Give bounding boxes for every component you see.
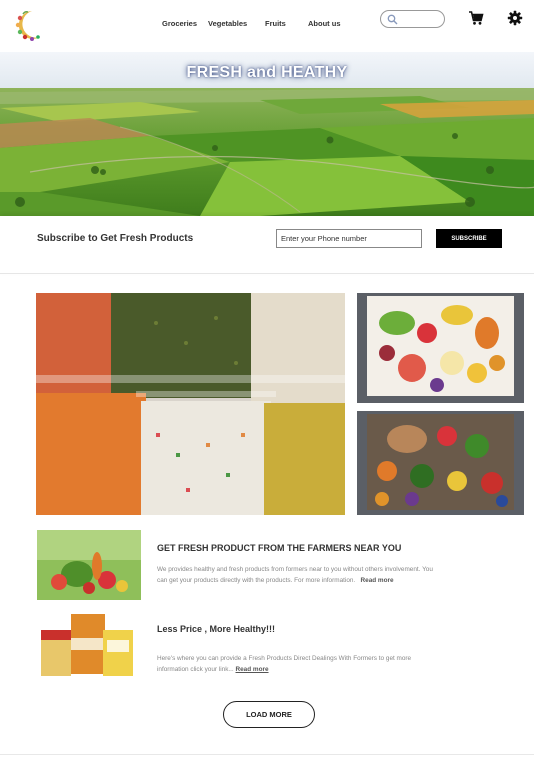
subscribe-button[interactable]: SUBSCRIBE (436, 229, 502, 248)
nav-fruits[interactable]: Fruits (265, 19, 286, 28)
farm-produce-image (37, 530, 141, 600)
load-more-button[interactable]: LOAD MORE (223, 701, 315, 728)
vegetables-image[interactable] (357, 411, 524, 515)
search-input[interactable] (399, 13, 441, 25)
nav-groceries[interactable]: Groceries (162, 19, 197, 28)
header: Groceries Vegetables Fruits About us (0, 0, 534, 52)
nav-about-us[interactable]: About us (308, 19, 341, 28)
feature-description: Here's where you can provide a Fresh Pro… (157, 655, 412, 673)
read-more-link[interactable]: Read more (236, 666, 269, 673)
hero-title: FRESH and HEATHY (186, 64, 348, 81)
grains-image[interactable] (36, 293, 345, 515)
grocery-packages-image (37, 610, 141, 682)
feature-title: Less Price , More Healthy!!! (157, 624, 276, 634)
feature-title: GET FRESH PRODUCT FROM THE FARMERS NEAR … (157, 543, 402, 553)
read-more-link[interactable]: Read more (361, 577, 394, 584)
gear-icon[interactable] (507, 10, 523, 26)
cart-icon[interactable] (468, 10, 484, 26)
feature-description: We provides healthy and fresh products f… (157, 566, 433, 584)
search-box (380, 10, 445, 28)
divider (0, 754, 534, 755)
phone-number-field[interactable] (276, 229, 422, 248)
main-nav: Groceries Vegetables Fruits About us (0, 19, 534, 31)
subscribe-bar: Subscribe to Get Fresh Products SUBSCRIB… (0, 216, 534, 274)
hero-banner: FRESH and HEATHY (0, 52, 534, 216)
nav-vegetables[interactable]: Vegetables (208, 19, 247, 28)
fruits-image[interactable] (357, 293, 524, 403)
search-icon[interactable] (387, 14, 398, 25)
subscribe-heading: Subscribe to Get Fresh Products (37, 233, 194, 244)
